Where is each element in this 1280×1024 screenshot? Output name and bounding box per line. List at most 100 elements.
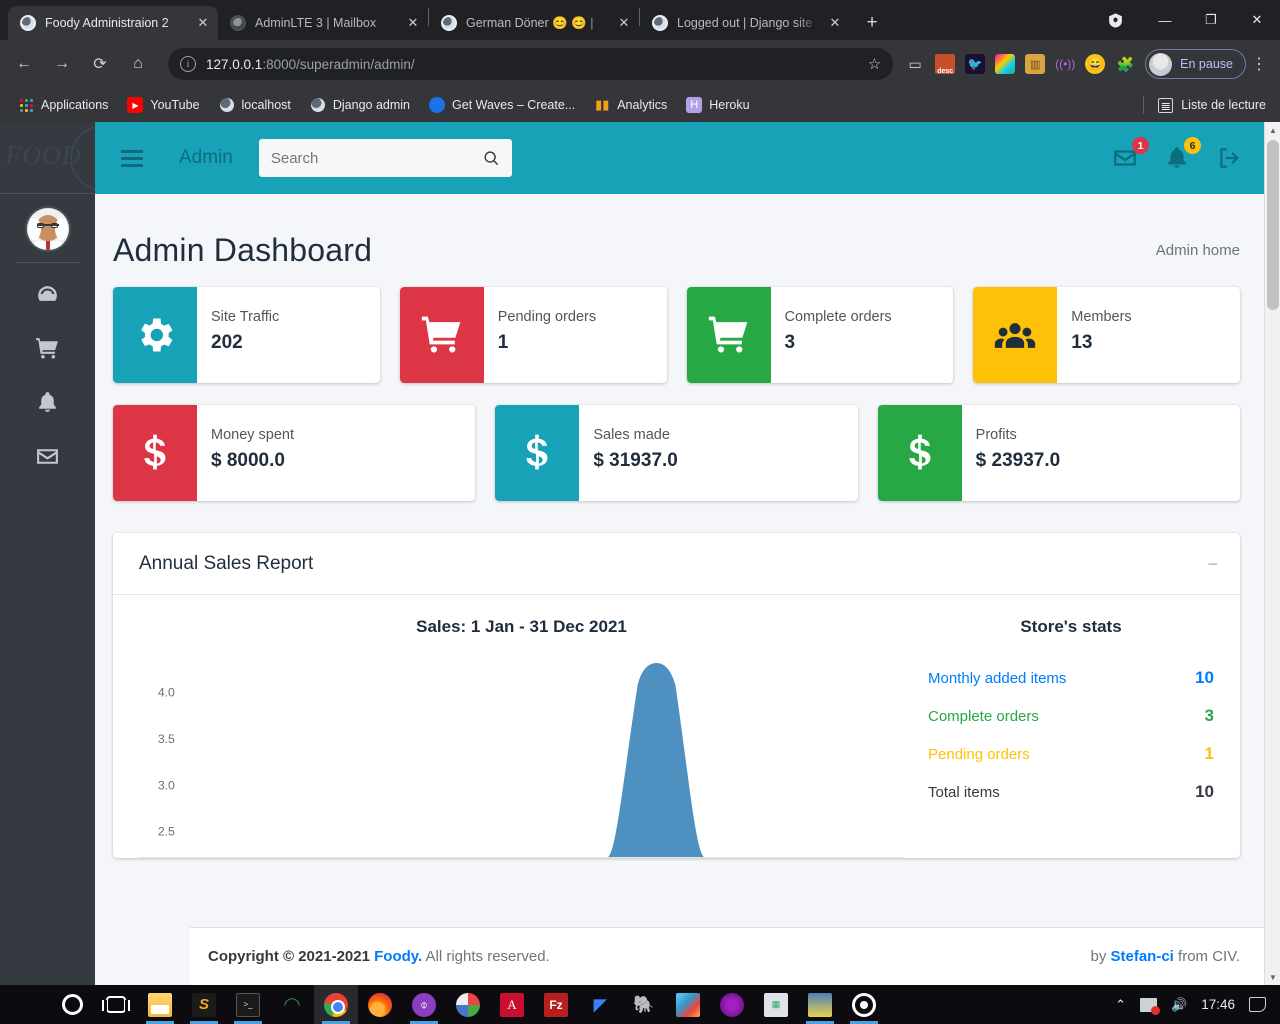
- forward-icon[interactable]: →: [46, 48, 78, 80]
- sidebar-brand[interactable]: FOOD: [0, 122, 95, 194]
- network-icon[interactable]: [1140, 997, 1161, 1015]
- scroll-down-icon[interactable]: ▼: [1265, 969, 1280, 985]
- box-extension-icon[interactable]: ▥: [1025, 54, 1046, 74]
- store-stat-label[interactable]: Monthly added items: [928, 670, 1066, 687]
- stat-card-site-traffic[interactable]: Site Traffic 202: [113, 287, 380, 383]
- scrollbar-thumb[interactable]: [1267, 140, 1279, 310]
- notification-center-icon[interactable]: [1249, 997, 1266, 1012]
- clock[interactable]: 17:46: [1201, 997, 1235, 1012]
- browser-tab-4[interactable]: Logged out | Django site ✕: [640, 6, 850, 40]
- cast-icon[interactable]: ▭: [905, 54, 925, 74]
- shield-heart-icon[interactable]: [1104, 9, 1126, 31]
- navbar-brand[interactable]: Admin: [179, 147, 233, 169]
- search-box[interactable]: [258, 139, 512, 177]
- django-icon: [219, 97, 235, 113]
- bookmark-localhost[interactable]: localhost: [211, 93, 299, 117]
- bookmark-applications[interactable]: Applications: [10, 93, 116, 117]
- volume-icon[interactable]: 🔊: [1171, 997, 1187, 1013]
- taskbar-tor-browser[interactable]: [710, 985, 754, 1024]
- bookmark-get-waves[interactable]: Get Waves – Create...: [421, 93, 583, 117]
- search-icon[interactable]: [483, 150, 500, 167]
- taskbar-photos[interactable]: [446, 985, 490, 1024]
- taskbar-pgadmin[interactable]: ◠: [270, 985, 314, 1024]
- sidebar-item-notifications[interactable]: [21, 383, 75, 427]
- page-scrollbar[interactable]: ▲ ▼: [1264, 122, 1280, 985]
- taskbar-chrome[interactable]: [314, 985, 358, 1024]
- bookmark-analytics[interactable]: ▮▮ Analytics: [586, 93, 675, 117]
- sidebar-item-orders[interactable]: [21, 329, 75, 373]
- reload-icon[interactable]: ⟳: [84, 48, 116, 80]
- browser-menu-icon[interactable]: ⋮: [1246, 54, 1272, 74]
- taskbar-sublime-text[interactable]: S: [182, 985, 226, 1024]
- taskbar-cortana[interactable]: [50, 985, 94, 1024]
- scroll-up-icon[interactable]: ▲: [1265, 122, 1280, 138]
- sidebar-user[interactable]: [0, 194, 95, 262]
- close-window-button[interactable]: ✕: [1234, 0, 1280, 40]
- breadcrumb[interactable]: Admin home: [1156, 242, 1240, 259]
- address-bar[interactable]: i 127.0.0.1:8000/superadmin/admin/ ☆: [168, 48, 894, 80]
- browser-tab-2[interactable]: AdminLTE 3 | Mailbox ✕: [218, 6, 428, 40]
- bookmark-django-admin[interactable]: Django admin: [302, 93, 418, 117]
- twitter-extension-icon[interactable]: 🐦: [965, 54, 986, 74]
- maximize-button[interactable]: ❐: [1188, 0, 1234, 40]
- rss-extension-icon[interactable]: ((•)): [1055, 54, 1075, 74]
- taskbar-system-monitor[interactable]: ▦: [754, 985, 798, 1024]
- collapse-icon[interactable]: −: [1207, 555, 1218, 573]
- taskbar-file-explorer[interactable]: [138, 985, 182, 1024]
- reading-list-label[interactable]: Liste de lecture: [1181, 98, 1266, 112]
- smiley-extension-icon[interactable]: 😄: [1085, 54, 1106, 74]
- puzzle-extensions-icon[interactable]: 🧩: [1115, 54, 1135, 74]
- browser-tab-3[interactable]: German Döner 😊 😊 | ✕: [429, 6, 639, 40]
- stat-card-complete-orders[interactable]: Complete orders 3: [686, 287, 954, 383]
- notifications-icon[interactable]: 6: [1164, 137, 1201, 171]
- taskbar-firefox[interactable]: [358, 985, 402, 1024]
- stat-card-pending-orders[interactable]: Pending orders 1: [399, 287, 667, 383]
- reading-list-icon[interactable]: ≣: [1158, 97, 1174, 113]
- sidebar-item-messages[interactable]: [21, 437, 75, 481]
- sales-chart[interactable]: 4.0 3.5 3.0 2.5: [139, 663, 904, 858]
- back-icon[interactable]: ←: [8, 48, 40, 80]
- stat-card-members[interactable]: Members 13: [973, 287, 1240, 383]
- store-stat-label[interactable]: Complete orders: [928, 708, 1039, 725]
- minimize-button[interactable]: —: [1142, 0, 1188, 40]
- desc-extension-icon[interactable]: [935, 54, 956, 75]
- bookmark-heroku[interactable]: H Heroku: [678, 93, 757, 117]
- stat-card-profits[interactable]: Profits $ 23937.0: [877, 405, 1240, 501]
- taskbar-visual-studio[interactable]: ◤: [578, 985, 622, 1024]
- close-icon[interactable]: ✕: [615, 14, 633, 32]
- top-navbar: Admin 1 6: [95, 122, 1280, 194]
- site-info-icon[interactable]: i: [180, 56, 196, 72]
- taskbar-start-button[interactable]: [6, 985, 50, 1024]
- close-icon[interactable]: ✕: [194, 14, 212, 32]
- browser-tab-1[interactable]: Foody Administraion 2 ✕: [8, 6, 218, 40]
- taskbar-spiral-app[interactable]: [842, 985, 886, 1024]
- foody-link[interactable]: Foody.: [374, 948, 422, 965]
- tray-chevron-icon[interactable]: ⌃: [1115, 997, 1126, 1013]
- store-stat-label[interactable]: Total items: [928, 784, 1000, 801]
- taskbar-task-view[interactable]: [94, 985, 138, 1024]
- sidebar-item-dashboard[interactable]: [21, 275, 75, 319]
- stat-card-sales-made[interactable]: Sales made $ 31937.0: [495, 405, 858, 501]
- close-icon[interactable]: ✕: [404, 14, 422, 32]
- taskbar-terminal[interactable]: >_: [226, 985, 270, 1024]
- search-input[interactable]: [270, 149, 483, 167]
- taskbar-pgsql-tool[interactable]: [798, 985, 842, 1024]
- stat-card-money-spent[interactable]: Money spent $ 8000.0: [113, 405, 476, 501]
- taskbar-github-desktop[interactable]: ⌽: [402, 985, 446, 1024]
- taskbar-filezilla[interactable]: Fz: [534, 985, 578, 1024]
- messages-icon[interactable]: 1: [1112, 137, 1149, 171]
- close-icon[interactable]: ✕: [826, 14, 844, 32]
- bookmark-youtube[interactable]: ▶ YouTube: [119, 93, 207, 117]
- bookmark-star-icon[interactable]: ☆: [858, 55, 881, 73]
- taskbar-winrar[interactable]: [666, 985, 710, 1024]
- home-icon[interactable]: ⌂: [122, 48, 154, 80]
- image-extension-icon[interactable]: [995, 54, 1016, 74]
- new-tab-button[interactable]: +: [858, 9, 886, 37]
- profile-button[interactable]: En pause: [1145, 49, 1246, 79]
- author-link[interactable]: Stefan-ci: [1111, 948, 1174, 965]
- store-stat-label[interactable]: Pending orders: [928, 746, 1030, 763]
- hamburger-menu-icon[interactable]: [115, 149, 155, 167]
- logout-icon[interactable]: [1216, 145, 1242, 171]
- taskbar-postgresql[interactable]: 🐘: [622, 985, 666, 1024]
- taskbar-acrobat-reader[interactable]: A: [490, 985, 534, 1024]
